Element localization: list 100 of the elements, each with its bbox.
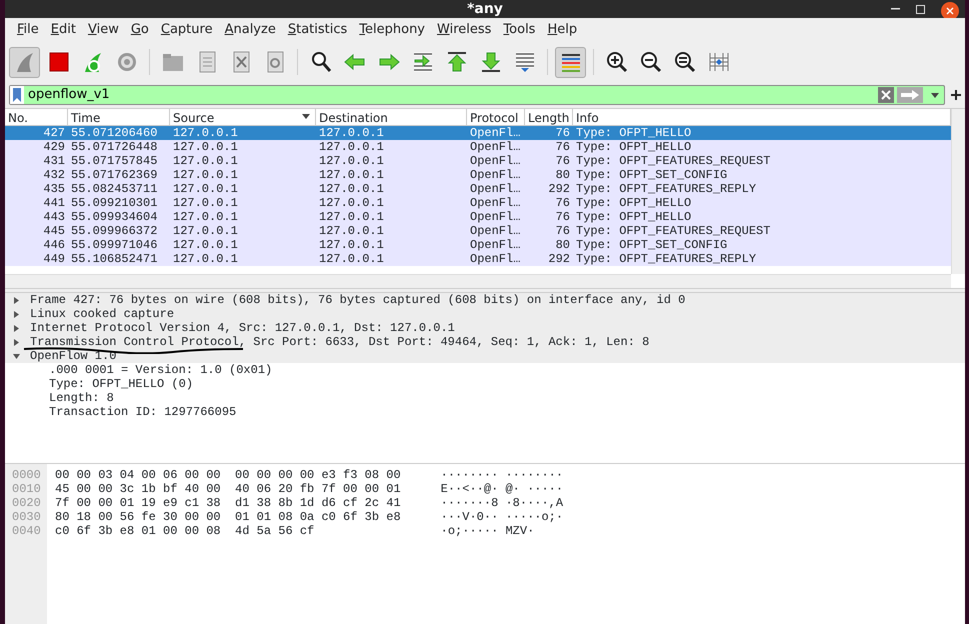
clear-icon[interactable] xyxy=(878,87,894,103)
tree-row[interactable]: Transmission Control Protocol, Src Port: 6633, Dst Port: 49464, Seq: 1, Ack: 1, Len: 8 xyxy=(5,335,965,349)
packet-row[interactable]: 446 55.099971046 127.0.0.1 127.0.0.1 OpenFl… 80 Type: OFPT_SET_CONFIG xyxy=(5,238,951,252)
table-cell-text: OpenFl… xyxy=(469,210,522,224)
tree-row[interactable]: Type: OFPT_HELLO (0) xyxy=(5,377,965,391)
byte-offset: 0040 xyxy=(12,524,42,538)
table-cell-text: 127.0.0.1 xyxy=(172,126,239,140)
packet-row[interactable]: 443 55.099934604 127.0.0.1 127.0.0.1 OpenFl… 76 Type: OFPT_HELLO xyxy=(5,210,951,224)
table-cell-text: 127.0.0.1 xyxy=(172,210,239,224)
menu-item[interactable]: Wireless xyxy=(431,20,498,40)
vertical-scrollbar[interactable] xyxy=(951,109,965,274)
plus-icon[interactable] xyxy=(951,90,961,100)
menu-item[interactable]: View xyxy=(82,20,125,40)
menu-item[interactable]: File xyxy=(11,20,45,40)
table-cell-text: 127.0.0.1 xyxy=(318,168,385,182)
packet-row[interactable]: 427 55.071206460 127.0.0.1 127.0.0.1 OpenFl… 76 Type: OFPT_HELLO xyxy=(5,126,951,140)
hex-bytes: 45 00 00 3c 1b bf 40 00 40 06 20 fb 7f 00 00 01 xyxy=(55,482,401,496)
zoom-out-icon xyxy=(638,50,662,74)
table-cell-text: 76 xyxy=(554,154,571,168)
table-cell-text: 127.0.0.1 xyxy=(318,210,385,224)
tree-row[interactable]: Transaction ID: 1297766095 xyxy=(5,405,965,419)
tree-row[interactable]: Frame 427: 76 bytes on wire (608 bits), 76 bytes captured (608 bits) on interface any, id 0 xyxy=(5,293,965,307)
table-cell-text: 76 xyxy=(554,196,571,210)
table-cell-text: 80 xyxy=(554,238,571,252)
table-cell-text: OpenFl… xyxy=(469,252,522,266)
menu-item[interactable]: Go xyxy=(124,20,155,40)
ascii-bytes: ········ ········ xyxy=(440,468,564,482)
table-cell-text: 55.099971046 xyxy=(70,238,158,252)
expanded-arrow-icon[interactable] xyxy=(12,352,21,360)
menu-item[interactable]: Statistics xyxy=(282,20,354,40)
table-cell-text: 443 xyxy=(42,210,66,224)
table-cell-text: 55.099934604 xyxy=(70,210,158,224)
sort-caret-icon[interactable] xyxy=(302,114,310,120)
packet-row[interactable]: 441 55.099210301 127.0.0.1 127.0.0.1 OpenFl… 76 Type: OFPT_HELLO xyxy=(5,196,951,210)
stop-icon xyxy=(46,50,70,74)
close-icon[interactable] xyxy=(941,0,959,18)
byte-offset: 0020 xyxy=(12,496,42,510)
table-cell-text: 127.0.0.1 xyxy=(318,182,385,196)
hex-bytes: 80 18 00 56 fe 30 00 00 01 01 08 0a c0 6f 3b e8 xyxy=(55,510,401,524)
collapsed-arrow-icon[interactable] xyxy=(12,296,21,304)
packet-row[interactable]: 449 55.106852471 127.0.0.1 127.0.0.1 OpenFl… 292 Type: OFPT_FEATURES_REPLY xyxy=(5,252,951,266)
dropdown-caret-icon[interactable] xyxy=(929,91,941,99)
table-cell-text: 76 xyxy=(554,210,571,224)
table-cell-text: 127.0.0.1 xyxy=(318,224,385,238)
tree-row[interactable]: .000 0001 = Version: 1.0 (0x01) xyxy=(5,363,965,377)
menu-item[interactable]: Analyze xyxy=(218,20,282,40)
ascii-bytes: E··<··@· @· ····· xyxy=(440,482,564,496)
byte-offset: 0030 xyxy=(12,510,42,524)
menu-item[interactable]: Telephony xyxy=(353,20,432,40)
table-cell-text: 446 xyxy=(42,238,66,252)
table-cell-text: 55.071757845 xyxy=(70,154,158,168)
table-cell-text: Type: OFPT_FEATURES_REPLY xyxy=(575,182,758,196)
packet-row[interactable]: 445 55.099966372 127.0.0.1 127.0.0.1 OpenFl… 76 Type: OFPT_FEATURES_REQUEST xyxy=(5,224,951,238)
collapsed-arrow-icon[interactable] xyxy=(12,310,21,318)
table-cell-text: Type: OFPT_FEATURES_REQUEST xyxy=(575,224,772,238)
bookmark-icon[interactable] xyxy=(10,86,24,104)
packet-row[interactable]: 431 55.071757845 127.0.0.1 127.0.0.1 OpenFl… 76 Type: OFPT_FEATURES_REQUEST xyxy=(5,154,951,168)
table-cell-text: 80 xyxy=(554,168,571,182)
collapsed-arrow-icon[interactable] xyxy=(12,338,21,346)
maximize-icon[interactable] xyxy=(916,4,925,14)
packet-row[interactable]: 429 55.071726448 127.0.0.1 127.0.0.1 OpenFl… 76 Type: OFPT_HELLO xyxy=(5,140,951,154)
table-cell-text: 127.0.0.1 xyxy=(318,252,385,266)
table-cell-text: 435 xyxy=(42,182,66,196)
collapsed-arrow-icon[interactable] xyxy=(12,324,21,332)
table-cell-text: Type: OFPT_HELLO xyxy=(575,210,692,224)
table-cell-text: 445 xyxy=(42,224,66,238)
minimize-icon[interactable] xyxy=(891,8,900,10)
table-cell-text: 292 xyxy=(547,182,571,196)
table-cell-text: OpenFl… xyxy=(469,168,522,182)
menu-item[interactable]: Tools xyxy=(497,20,542,40)
horizontal-scrollbar[interactable] xyxy=(5,274,951,288)
hex-bytes: c0 6f 3b e8 01 00 00 08 4d 5a 56 cf xyxy=(55,524,316,538)
filter-bar[interactable]: openflow_v1 xyxy=(9,85,945,105)
table-cell-text: 427 xyxy=(42,126,66,140)
table-cell-text: 76 xyxy=(554,224,571,238)
table-cell-text: Type: OFPT_FEATURES_REQUEST xyxy=(575,154,772,168)
table-cell-text: Type: OFPT_HELLO xyxy=(575,126,692,140)
ascii-bytes: ·o;····· MZV· xyxy=(440,524,536,538)
menu-item[interactable]: Help xyxy=(541,20,584,40)
resize-columns-icon xyxy=(706,50,730,74)
table-cell-text: 55.071206460 xyxy=(70,126,158,140)
packet-row[interactable]: 432 55.071762369 127.0.0.1 127.0.0.1 OpenFl… 80 Type: OFPT_SET_CONFIG xyxy=(5,168,951,182)
toolbar-button[interactable] xyxy=(555,46,586,78)
table-cell-text: Type: OFPT_FEATURES_REPLY xyxy=(575,252,758,266)
table-cell-text: Type: OFPT_HELLO xyxy=(575,140,692,154)
table-cell-text: 127.0.0.1 xyxy=(318,154,385,168)
tree-row[interactable]: Length: 8 xyxy=(5,391,965,405)
table-cell-text: 127.0.0.1 xyxy=(318,140,385,154)
table-cell-text: 127.0.0.1 xyxy=(172,196,239,210)
table-cell-text: Type: OFPT_SET_CONFIG xyxy=(575,238,728,252)
table-cell-text: 76 xyxy=(554,140,571,154)
menu-item[interactable]: Capture xyxy=(154,20,219,40)
tree-row[interactable]: Internet Protocol Version 4, Src: 127.0.0.1, Dst: 127.0.0.1 xyxy=(5,321,965,335)
packet-row[interactable]: 435 55.082453711 127.0.0.1 127.0.0.1 OpenFl… 292 Type: OFPT_FEATURES_REPLY xyxy=(5,182,951,196)
menu-item[interactable]: Edit xyxy=(44,20,82,40)
table-cell-text: 127.0.0.1 xyxy=(318,238,385,252)
table-cell-text: 127.0.0.1 xyxy=(172,182,239,196)
tree-row[interactable]: Linux cooked capture xyxy=(5,307,965,321)
table-cell-text: 292 xyxy=(547,252,571,266)
zoom-in-icon xyxy=(604,50,628,74)
